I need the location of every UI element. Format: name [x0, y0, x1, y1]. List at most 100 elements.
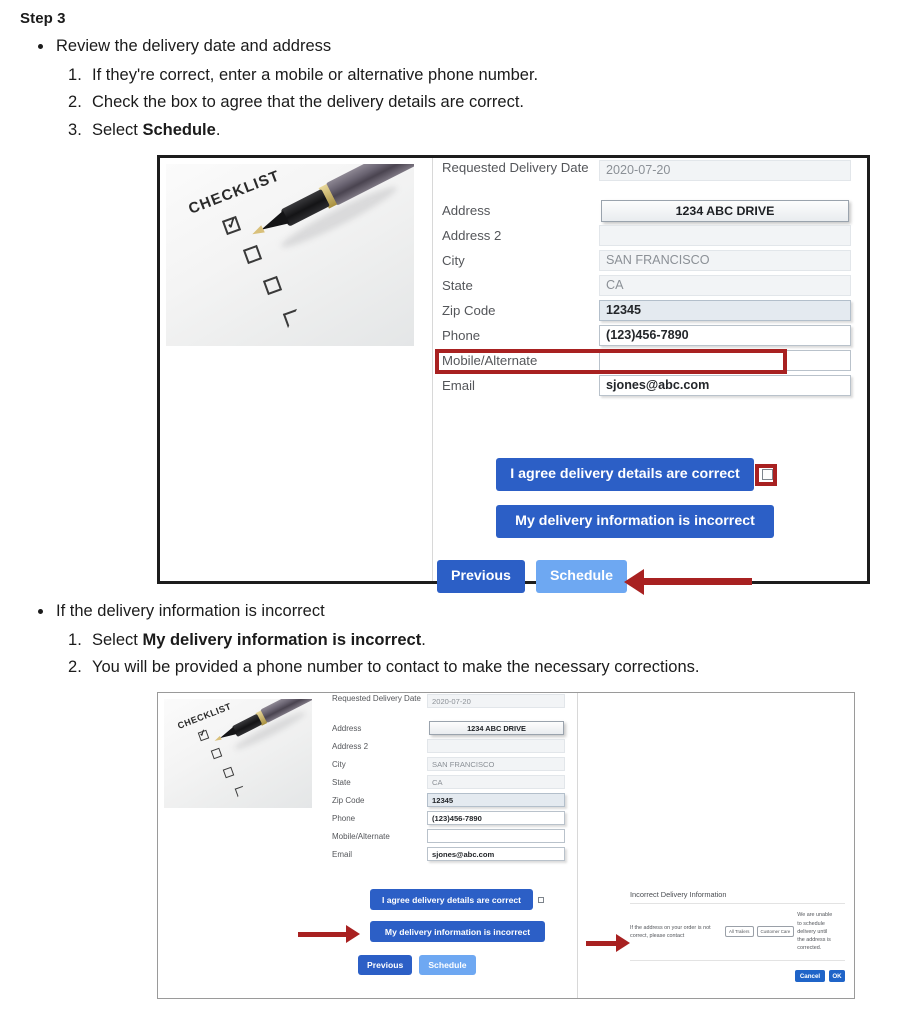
bullet-review-delivery: Review the delivery date and address If … [18, 33, 893, 145]
incorrect-row: My delivery information is incorrect [496, 504, 867, 538]
input-city-2[interactable]: SAN FRANCISCO [427, 757, 565, 772]
schedule-button-2[interactable]: Schedule [419, 955, 476, 976]
photo-checkbox-2-4 [234, 785, 247, 798]
label-city-2: City [332, 760, 346, 770]
form-row-mobile-alternate-2: Mobile/Alternate [325, 829, 577, 847]
form-row-address-2: Address 2 [433, 224, 867, 250]
dialog-pill-customer-care[interactable]: Customer Care [756, 926, 795, 938]
agree-checkbox-2[interactable] [538, 896, 544, 903]
arrow-tail-3 [586, 940, 616, 946]
sub-item-2-1: Select My delivery information is incorr… [56, 627, 893, 655]
incorrect-delivery-dialog-pane: Incorrect Delivery Information If the ad… [578, 693, 854, 998]
input-mobile-alternate[interactable] [599, 349, 851, 371]
input-phone-2[interactable]: (123)456-7890 [427, 811, 565, 826]
sublist-2: Select My delivery information is incorr… [56, 627, 893, 682]
sub-item-1-3-emphasis: Schedule [142, 121, 216, 140]
page-title: Step 3 [20, 10, 66, 27]
label-address-2b: Address [332, 724, 362, 734]
label-state-2: State [332, 778, 351, 788]
label-requested-delivery-date: Requested Delivery Date [442, 159, 589, 175]
input-address-2-2[interactable] [427, 739, 565, 754]
input-requested-delivery-date-2[interactable]: 2020-07-20 [427, 694, 565, 709]
screenshot-schedule-form: CHECKLIST ✓ Requested Delivery Date 2020… [157, 154, 870, 595]
arrow-tail-2 [298, 931, 346, 937]
form-row-state: State CA [433, 274, 867, 300]
input-phone[interactable]: (123)456-7890 [599, 324, 851, 346]
input-state[interactable]: CA [599, 274, 851, 296]
label-email-2: Email [332, 850, 353, 860]
input-zip-code-2[interactable]: 12345 [427, 793, 565, 808]
form-row-state-2: State CA [325, 775, 577, 793]
delivery-info-incorrect-button-2[interactable]: My delivery information is incorrect [370, 921, 545, 943]
nav-row-2: Previous Schedule [358, 955, 577, 976]
dialog-body: If the address on your order is not corr… [630, 904, 845, 960]
input-mobile-alternate-2[interactable] [427, 829, 565, 844]
screenshot-incorrect-delivery-dialog: CHECKLIST ✓ Requested Delivery Date 2020… [157, 692, 855, 1000]
sub-item-1-3-suffix: . [215, 121, 221, 140]
sub-item-2-1-prefix: Select [92, 630, 143, 649]
form-row-mobile-alternate: Mobile/Alternate [433, 348, 867, 375]
input-email-2[interactable]: sjones@abc.com [427, 847, 565, 862]
label-state: State [442, 277, 473, 293]
sublist-1: If they're correct, enter a mobile or al… [56, 62, 893, 145]
previous-button[interactable]: Previous [437, 559, 525, 593]
incorrect-delivery-dialog: Incorrect Delivery Information If the ad… [630, 890, 845, 983]
form-row-email: Email sjones@abc.com [433, 374, 867, 400]
instruction-page: Step 3 Review the delivery date and addr… [0, 0, 911, 1000]
input-city[interactable]: SAN FRANCISCO [599, 249, 851, 271]
input-state-2[interactable]: CA [427, 775, 565, 790]
label-phone: Phone [442, 327, 481, 343]
agree-delivery-details-button-2[interactable]: I agree delivery details are correct [370, 889, 533, 911]
form-row-city: City SAN FRANCISCO [433, 249, 867, 275]
annotation-arrow-schedule [624, 568, 752, 595]
label-address-2-2: Address 2 [332, 742, 369, 752]
agree-row: I agree delivery details are correct [496, 457, 867, 491]
dialog-ok-button[interactable]: OK [829, 970, 845, 983]
instruction-list-2: If the delivery information is incorrect… [18, 598, 893, 682]
photo-checkbox-3 [262, 275, 283, 295]
delivery-info-incorrect-button[interactable]: My delivery information is incorrect [496, 504, 774, 538]
dialog-footer: Cancel OK [630, 961, 845, 983]
photo-checkbox-4 [282, 308, 303, 328]
input-email[interactable]: sjones@abc.com [599, 374, 851, 396]
address-button[interactable]: 1234 ABC DRIVE [601, 199, 849, 222]
annotation-arrow-dialog [586, 934, 630, 953]
dialog-pill-all-trailers[interactable]: All Trailers [725, 926, 754, 938]
dialog-text-before: If the address on your order is not corr… [630, 924, 711, 939]
delivery-form: Requested Delivery Date 2020-07-20 Addre… [433, 158, 867, 595]
sub-item-1-3: Select Schedule. [56, 117, 893, 145]
arrow-head-icon-2 [346, 925, 360, 944]
arrow-tail [644, 578, 752, 586]
sub-item-1-3-prefix: Select [92, 121, 143, 140]
input-address-2[interactable] [599, 224, 851, 246]
delivery-form-2: Requested Delivery Date 2020-07-20 Addre… [298, 693, 577, 998]
form-row-city-2: City SAN FRANCISCO [325, 757, 577, 775]
sub-item-1-2: Check the box to agree that the delivery… [68, 89, 524, 116]
label-requested-delivery-date-2: Requested Delivery Date [332, 694, 421, 704]
sub-item-2-1-suffix: . [421, 630, 426, 649]
schedule-button[interactable]: Schedule [535, 559, 628, 593]
label-address: Address [442, 202, 491, 218]
annotation-arrow-incorrect [298, 925, 360, 944]
previous-button-2[interactable]: Previous [358, 955, 413, 976]
input-zip-code[interactable]: 12345 [599, 299, 851, 321]
sub-item-1-1: If they're correct, enter a mobile or al… [68, 62, 539, 89]
form-row-requested-delivery-date-2: Requested Delivery Date 2020-07-20 [325, 693, 577, 721]
label-address-2: Address 2 [442, 227, 502, 243]
bullet-1-text: Review the delivery date and address [56, 37, 332, 55]
form-row-address2-2: Address 2 [325, 739, 577, 757]
bullet-2-text: If the delivery information is incorrect [56, 601, 325, 620]
dialog-cancel-button[interactable]: Cancel [795, 970, 825, 983]
annotation-checkbox-highlight [755, 463, 777, 486]
pen-nib-tip-2 [213, 735, 222, 743]
checklist-photo-2: CHECKLIST ✓ [164, 699, 312, 809]
agree-row-2: I agree delivery details are correct [370, 889, 577, 911]
label-mobile-alternate: Mobile/Alternate [442, 352, 538, 368]
input-requested-delivery-date[interactable]: 2020-07-20 [599, 159, 851, 181]
label-zip-code-2: Zip Code [332, 796, 365, 806]
form-row-requested-delivery-date: Requested Delivery Date 2020-07-20 [433, 158, 867, 200]
agree-delivery-details-button[interactable]: I agree delivery details are correct [496, 457, 754, 491]
instruction-list-1: Review the delivery date and address If … [18, 33, 893, 145]
sub-item-2-1-emphasis: My delivery information is incorrect [142, 630, 422, 649]
address-button-2[interactable]: 1234 ABC DRIVE [429, 721, 564, 736]
